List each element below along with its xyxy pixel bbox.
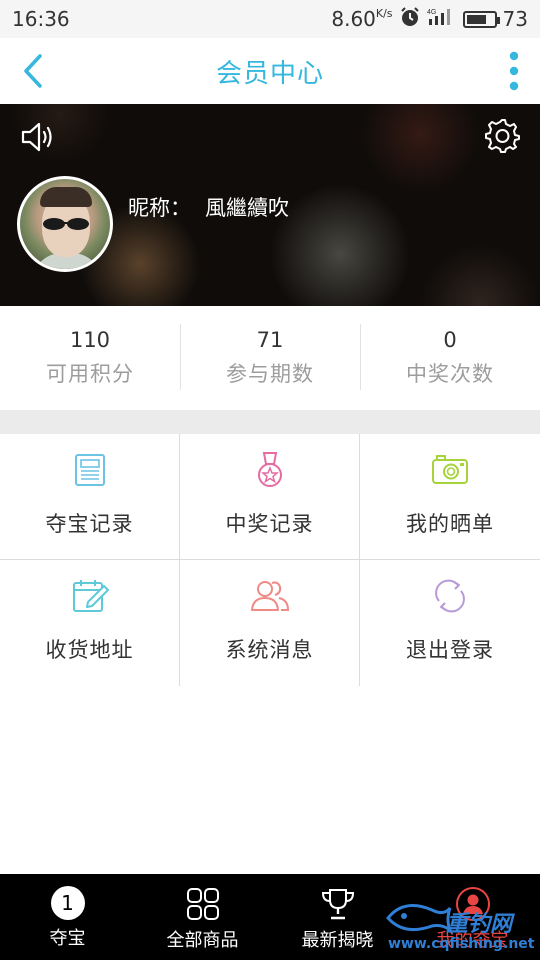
avatar[interactable] (17, 176, 113, 272)
nav-item-label: 我的夺宝 (436, 930, 509, 951)
refresh-icon (435, 579, 465, 613)
stat-label: 中奖次数 (406, 362, 494, 386)
nav-item-label: 夺宝 (49, 928, 86, 949)
menu-item-label: 退出登录 (406, 638, 494, 662)
user-icon (455, 887, 490, 921)
nav-item-my-treasure[interactable]: 我的夺宝 (405, 874, 540, 960)
menu-item-label: 系统消息 (225, 638, 314, 662)
menu-item-label: 中奖记录 (225, 512, 314, 536)
bottom-nav: 1 夺宝 全部商品 最新揭晓 我的夺宝 (0, 874, 540, 960)
section-divider (0, 410, 540, 434)
menu-item-shipping-address[interactable]: 收货地址 (0, 560, 180, 686)
stat-wins[interactable]: 0 中奖次数 (360, 306, 540, 410)
back-button[interactable] (18, 52, 54, 90)
stat-value: 110 (69, 328, 111, 352)
status-speed-unit: K/s (375, 7, 393, 20)
status-bar: 16:36 8.60K/s 4G 73 (0, 0, 540, 38)
trophy-icon (321, 889, 354, 920)
nav-item-label: 最新揭晓 (301, 930, 374, 951)
speaker-icon (21, 122, 52, 152)
medal-icon (257, 452, 282, 487)
menu-item-label: 夺宝记录 (45, 512, 134, 536)
alarm-icon (399, 6, 421, 33)
chevron-left-icon (24, 54, 42, 88)
newspaper-icon (74, 454, 105, 486)
menu-item-label: 收货地址 (45, 638, 134, 662)
signal-icon: 4G (427, 7, 457, 32)
nickname-label: 昵称： (128, 196, 191, 220)
status-right: 8.60K/s 4G 73 (331, 6, 528, 33)
nickname-value: 風繼續吹 (205, 196, 289, 220)
profile-banner: 昵称： 風繼續吹 (0, 104, 540, 306)
network-type-label: 4G (427, 9, 436, 16)
menu-item-my-showcase[interactable]: 我的晒单 (360, 434, 540, 560)
badge-one-icon: 1 (50, 886, 85, 920)
battery-icon (462, 10, 500, 28)
status-network-speed: 8.60K/s (331, 7, 392, 31)
stat-value: 0 (443, 328, 457, 352)
battery-level (466, 14, 486, 24)
stat-value: 71 (256, 328, 284, 352)
stat-points[interactable]: 110 可用积分 (0, 306, 180, 410)
settings-button[interactable] (484, 118, 520, 154)
title-bar: 会员中心 (0, 38, 540, 104)
nav-item-label: 全部商品 (166, 930, 239, 951)
avatar-sunglasses (43, 218, 89, 230)
speaker-button[interactable] (20, 120, 56, 154)
menu-item-system-messages[interactable]: 系统消息 (180, 560, 360, 686)
camera-icon (432, 455, 468, 484)
nav-item-latest-results[interactable]: 最新揭晓 (270, 874, 405, 960)
users-icon (250, 581, 289, 611)
stat-label: 参与期数 (226, 362, 314, 386)
status-speed-value: 8.60 (331, 7, 376, 31)
nav-item-treasure[interactable]: 1 夺宝 (0, 874, 135, 960)
battery-percent: 73 (502, 7, 528, 31)
menu-grid: 夺宝记录 中奖记录 我的晒单 收货地址 系统消息 退出登录 (0, 434, 540, 686)
nickname: 昵称： 風繼續吹 (128, 192, 289, 222)
more-button[interactable] (504, 50, 524, 92)
calendar-edit-icon (72, 580, 109, 612)
menu-item-label: 我的晒单 (406, 512, 494, 536)
nav-item-all-products[interactable]: 全部商品 (135, 874, 270, 960)
menu-item-win-record[interactable]: 中奖记录 (180, 434, 360, 560)
more-vertical-icon (509, 51, 519, 91)
stat-label: 可用积分 (46, 362, 134, 386)
avatar-hair (40, 187, 92, 207)
stat-periods[interactable]: 71 参与期数 (180, 306, 360, 410)
page-title: 会员中心 (215, 58, 324, 89)
gear-icon (485, 119, 520, 153)
status-time: 16:36 (12, 7, 70, 31)
menu-item-logout[interactable]: 退出登录 (360, 560, 540, 686)
grid-icon (186, 888, 219, 920)
menu-item-treasure-record[interactable]: 夺宝记录 (0, 434, 180, 560)
stats-row: 110 可用积分 71 参与期数 0 中奖次数 (0, 306, 540, 410)
